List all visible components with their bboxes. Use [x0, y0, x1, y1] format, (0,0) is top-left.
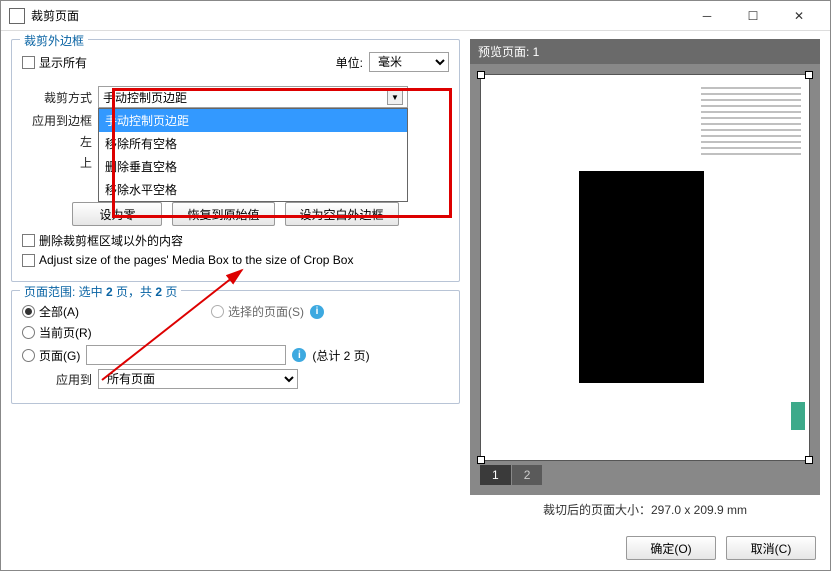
group-title: 页面范围: 选中 2 页，共 2 页	[20, 283, 181, 300]
crop-size-info: 裁切后的页面大小：297.0 x 209.9 mm	[470, 495, 820, 524]
checkbox-icon	[22, 56, 35, 69]
radio-all[interactable]: 全部(A)	[22, 303, 79, 320]
apply-to-label: 应用到	[22, 371, 92, 388]
dropdown-option[interactable]: 删除垂直空格	[99, 155, 407, 178]
restore-original-button[interactable]: 恢复到原始值	[172, 202, 274, 226]
radio-selected-label: 选择的页面(S)	[228, 303, 304, 320]
maximize-button[interactable]: ☐	[730, 1, 776, 31]
radio-pages[interactable]: 页面(G)	[22, 347, 80, 364]
adjust-mediabox-label: Adjust size of the pages' Media Box to t…	[39, 253, 353, 267]
apply-border-label: 应用到边框	[22, 112, 92, 129]
titlebar: 裁剪页面 ─ ☐ ✕	[1, 1, 830, 31]
app-icon	[9, 8, 25, 24]
apply-to-select[interactable]: 所有页面	[98, 369, 298, 389]
dialog-buttons: 确定(O) 取消(C)	[1, 530, 830, 570]
crop-margins-group: 裁剪外边框 显示所有 单位: 毫米 裁剪方式	[11, 39, 460, 282]
page-text-preview	[701, 87, 801, 448]
dropdown-option[interactable]: 移除所有空格	[99, 132, 407, 155]
resize-handle[interactable]	[477, 456, 485, 464]
close-button[interactable]: ✕	[776, 1, 822, 31]
info-icon[interactable]: i	[310, 305, 324, 319]
crop-method-select[interactable]: 手动控制页边距 ▼	[98, 86, 408, 108]
page-range-group: 页面范围: 选中 2 页，共 2 页 全部(A) 选择的页面(S) i	[11, 290, 460, 404]
chevron-down-icon: ▼	[387, 89, 403, 105]
left-label: 左	[22, 133, 92, 150]
pages-input[interactable]	[86, 345, 286, 365]
radio-all-label: 全部(A)	[39, 303, 79, 320]
radio-icon	[22, 326, 35, 339]
preview-area: 1 2	[470, 64, 820, 495]
adjust-mediabox-checkbox[interactable]: Adjust size of the pages' Media Box to t…	[22, 253, 353, 267]
page-tabs: 1 2	[480, 465, 810, 485]
minimize-button[interactable]: ─	[684, 1, 730, 31]
resize-handle[interactable]	[477, 71, 485, 79]
ok-button[interactable]: 确定(O)	[626, 536, 716, 560]
page-marker-icon	[791, 402, 805, 430]
resize-handle[interactable]	[805, 71, 813, 79]
radio-current-label: 当前页(R)	[39, 324, 92, 341]
crop-method-dropdown: 手动控制页边距 移除所有空格 删除垂直空格 移除水平空格	[98, 108, 408, 202]
cancel-button[interactable]: 取消(C)	[726, 536, 816, 560]
show-all-label: 显示所有	[39, 54, 87, 71]
dropdown-option[interactable]: 移除水平空格	[99, 178, 407, 201]
radio-pages-label: 页面(G)	[39, 347, 80, 364]
radio-icon	[22, 305, 35, 318]
radio-selected[interactable]: 选择的页面(S)	[211, 303, 304, 320]
resize-handle[interactable]	[805, 456, 813, 464]
show-all-checkbox[interactable]: 显示所有	[22, 54, 87, 71]
crop-method-value: 手动控制页边距	[103, 89, 187, 106]
top-label: 上	[22, 154, 92, 171]
window-title: 裁剪页面	[31, 7, 684, 24]
unit-select[interactable]: 毫米	[369, 52, 449, 72]
checkbox-icon	[22, 254, 35, 267]
group-title: 裁剪外边框	[20, 32, 88, 49]
crop-dialog: 裁剪页面 ─ ☐ ✕ 裁剪外边框 显示所有 单位: 毫米	[0, 0, 831, 571]
set-zero-button[interactable]: 设为零	[72, 202, 162, 226]
radio-icon	[211, 305, 224, 318]
delete-outside-checkbox[interactable]: 删除裁剪框区域以外的内容	[22, 232, 183, 249]
crop-method-label: 裁剪方式	[22, 89, 92, 106]
page-content-block	[579, 171, 704, 383]
total-pages-label: (总计 2 页)	[312, 347, 369, 364]
radio-current[interactable]: 当前页(R)	[22, 324, 92, 341]
preview-header: 预览页面: 1	[470, 39, 820, 64]
page-preview[interactable]	[480, 74, 810, 461]
checkbox-icon	[22, 234, 35, 247]
delete-outside-label: 删除裁剪框区域以外的内容	[39, 232, 183, 249]
page-tab-1[interactable]: 1	[480, 465, 511, 485]
info-icon[interactable]: i	[292, 348, 306, 362]
set-blank-button[interactable]: 设为空白外边框	[285, 202, 399, 226]
unit-label: 单位:	[336, 54, 363, 71]
dropdown-option[interactable]: 手动控制页边距	[99, 109, 407, 132]
page-tab-2[interactable]: 2	[512, 465, 543, 485]
radio-icon	[22, 349, 35, 362]
